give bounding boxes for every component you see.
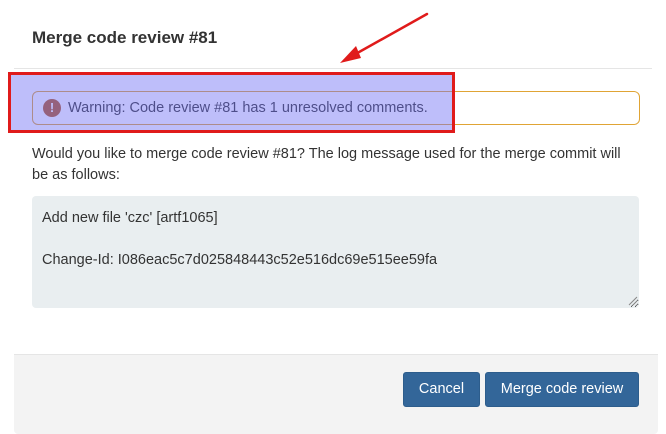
- exclamation-circle-icon: !: [43, 99, 61, 117]
- commit-message-textarea[interactable]: [32, 196, 639, 308]
- warning-alert: ! Warning: Code review #81 has 1 unresol…: [32, 91, 640, 125]
- merge-dialog: Merge code review #81 ! Warning: Code re…: [0, 0, 666, 434]
- dialog-title: Merge code review #81: [32, 28, 218, 47]
- warning-text: Warning: Code review #81 has 1 unresolve…: [68, 100, 428, 116]
- merge-description: Would you like to merge code review #81?…: [32, 146, 621, 183]
- dialog-footer: Cancel Merge code review: [14, 354, 658, 434]
- merge-code-review-button[interactable]: Merge code review: [485, 372, 639, 407]
- resize-grip-icon[interactable]: [628, 296, 638, 306]
- dialog-header: Merge code review #81: [14, 0, 652, 69]
- cancel-button[interactable]: Cancel: [403, 372, 480, 407]
